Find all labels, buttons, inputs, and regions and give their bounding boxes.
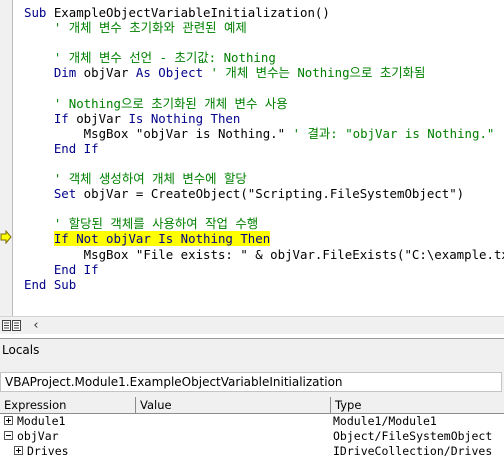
code-line[interactable] xyxy=(24,201,504,216)
locals-type: Module1/Module1 xyxy=(333,414,437,428)
locals-window-title: Locals xyxy=(2,343,40,357)
code-token: ' Nothing으로 초기화된 개체 변수 사용 xyxy=(24,95,288,111)
editor-bottom-bar: ‹ xyxy=(0,316,504,334)
code-token: ' 개체 변수 초기화와 관련된 예제 xyxy=(24,20,247,36)
code-line[interactable]: Sub ExampleObjectVariableInitialization(… xyxy=(24,5,504,20)
code-line[interactable]: If Not objVar Is Nothing Then xyxy=(24,231,504,247)
scroll-left-icon[interactable]: ‹ xyxy=(28,317,44,334)
code-token: ' 객체 생성하여 개체 변수에 할당 xyxy=(24,171,247,187)
code-line[interactable]: ' Nothing으로 초기화된 개체 변수 사용 xyxy=(24,96,504,111)
locals-expression: objVar xyxy=(17,429,59,443)
code-token: ExampleObjectVariableInitialization() xyxy=(53,5,330,20)
locals-window: Locals VBAProject.Module1.ExampleObjectV… xyxy=(0,338,504,465)
full-module-view-icon xyxy=(12,320,21,331)
code-token: End If xyxy=(24,140,99,156)
code-line[interactable]: MsgBox "objVar is Nothing." ' 결과: "objVa… xyxy=(24,126,504,141)
code-token: End Sub xyxy=(24,276,77,292)
code-line[interactable]: ' 개체 변수 선언 - 초기값: Nothing xyxy=(24,50,504,65)
locals-expression: Drives xyxy=(27,444,69,458)
locals-row[interactable]: Drives IDriveCollection/Drives xyxy=(0,444,504,459)
code-line[interactable]: ' 개체 변수 초기화와 관련된 예제 xyxy=(24,20,504,35)
locals-row[interactable]: objVar Object/FileSystemObject xyxy=(0,429,504,444)
column-header-expression[interactable]: Expression xyxy=(0,397,136,413)
code-token: ' 결과: "objVar is Nothing." xyxy=(292,125,495,141)
column-header-type[interactable]: Type xyxy=(331,397,504,413)
code-token: objVar xyxy=(76,65,136,81)
code-lines[interactable]: Sub ExampleObjectVariableInitialization(… xyxy=(24,5,504,292)
code-token: Dim xyxy=(24,65,77,81)
code-token: ' 개체 변수는 Nothing으로 초기화됨 xyxy=(203,65,426,81)
code-token: ' 개체 변수 선언 - 초기값: Nothing xyxy=(24,50,276,66)
collapse-minus-icon[interactable] xyxy=(4,431,13,440)
code-line[interactable]: MsgBox "File exists: " & objVar.FileExis… xyxy=(24,247,504,262)
code-token: As Object xyxy=(135,65,204,81)
locals-row[interactable]: Module1 Module1/Module1 xyxy=(0,414,504,429)
code-line[interactable]: Set objVar = CreateObject("Scripting.Fil… xyxy=(24,186,504,201)
code-line[interactable]: If objVar Is Nothing Then xyxy=(24,111,504,126)
code-token: MsgBox "objVar is Nothing." xyxy=(24,125,293,141)
locals-type: Object/FileSystemObject xyxy=(333,429,493,443)
margin-indicator-bar[interactable] xyxy=(0,0,13,316)
code-token: Is Nothing Then xyxy=(128,110,241,126)
code-line[interactable]: ' 할당된 객체를 사용하여 작업 수행 xyxy=(24,216,504,231)
locals-expression: Module1 xyxy=(17,414,66,428)
code-token: End If xyxy=(24,261,99,277)
code-token: MsgBox "File exists: " & objVar.FileExis… xyxy=(24,246,504,262)
code-token: If xyxy=(24,110,69,126)
code-line[interactable]: End If xyxy=(24,141,504,156)
code-token: objVar xyxy=(68,110,129,126)
procedure-view-icon xyxy=(2,320,11,331)
expand-plus-icon[interactable] xyxy=(4,416,13,425)
code-line[interactable]: Dim objVar As Object ' 개체 변수는 Nothing으로 … xyxy=(24,65,504,80)
locals-grid: Expression Value Type Module1 Module1/Mod… xyxy=(0,397,504,465)
code-line[interactable] xyxy=(24,35,504,50)
code-token: objVar = CreateObject("Scripting.FileSys… xyxy=(76,186,465,202)
code-token: Set xyxy=(24,186,77,202)
code-line[interactable]: ' 객체 생성하여 개체 변수에 할당 xyxy=(24,171,504,186)
current-line-arrow-icon xyxy=(0,230,12,244)
code-line[interactable]: End If xyxy=(24,262,504,277)
code-token: If Not objVar Is Nothing Then xyxy=(53,231,271,247)
procedure-context-box[interactable]: VBAProject.Module1.ExampleObjectVariable… xyxy=(0,372,502,392)
code-line[interactable] xyxy=(24,80,504,95)
view-mode-icons[interactable] xyxy=(2,319,22,332)
code-line[interactable]: End Sub xyxy=(24,277,504,292)
code-editor[interactable]: Sub ExampleObjectVariableInitialization(… xyxy=(0,0,504,316)
locals-grid-header: Expression Value Type xyxy=(0,397,504,414)
code-line[interactable] xyxy=(24,156,504,171)
code-token: ' 할당된 객체를 사용하여 작업 수행 xyxy=(24,216,259,232)
code-token: Sub xyxy=(24,5,54,20)
locals-type: IDriveCollection/Drives xyxy=(333,444,493,458)
expand-plus-icon[interactable] xyxy=(14,446,23,455)
procedure-name: VBAProject.Module1.ExampleObjectVariable… xyxy=(5,375,343,389)
column-header-value[interactable]: Value xyxy=(136,397,331,413)
